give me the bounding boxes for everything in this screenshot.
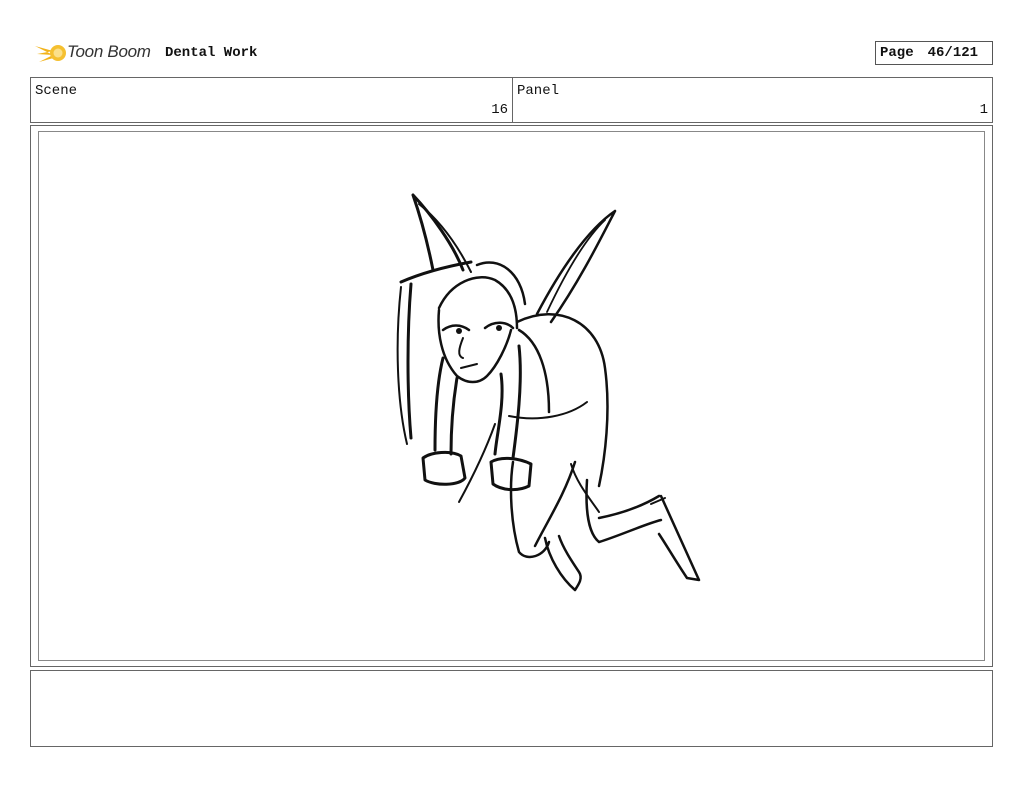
panel-label: Panel <box>517 83 560 99</box>
scene-label: Scene <box>35 83 78 99</box>
panel-notes-area <box>30 670 993 747</box>
fairy-sketch-drawing <box>396 193 701 592</box>
panel-frame <box>30 125 993 667</box>
storyboard-header: Toon Boom Dental Work Page 46/121 <box>31 38 993 70</box>
page-number: 46/121 <box>927 45 979 61</box>
scene-panel-row: Scene 16 Panel 1 <box>30 77 993 123</box>
panel-image-area <box>38 131 985 661</box>
page-indicator: Page 46/121 <box>875 41 993 65</box>
scene-value: 16 <box>491 102 508 118</box>
panel-value: 1 <box>979 102 988 118</box>
logo-text: Toon Boom <box>67 42 151 61</box>
logo-burst-icon <box>35 45 66 62</box>
toon-boom-logo: Toon Boom <box>33 38 159 68</box>
scene-cell: Scene 16 <box>31 78 513 122</box>
page-label: Page <box>880 45 914 61</box>
project-title: Dental Work <box>165 45 258 61</box>
panel-cell: Panel 1 <box>513 78 992 122</box>
